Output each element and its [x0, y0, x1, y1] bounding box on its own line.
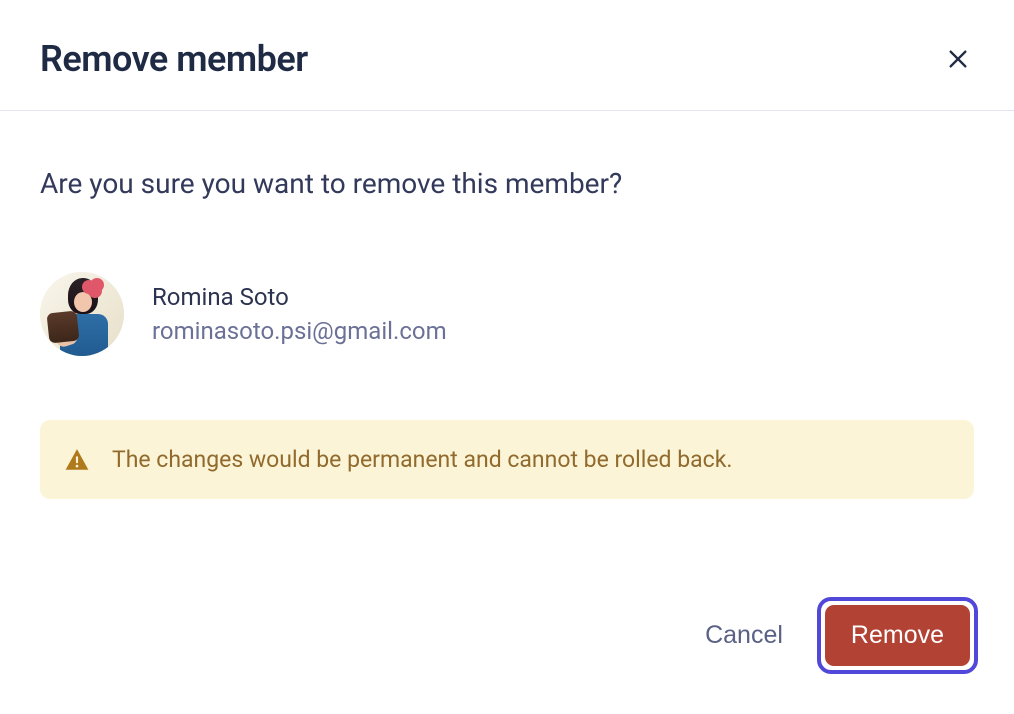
avatar — [40, 272, 124, 356]
member-row: Romina Soto rominasoto.psi@gmail.com — [40, 272, 974, 356]
member-info: Romina Soto rominasoto.psi@gmail.com — [152, 283, 447, 345]
dialog-body: Are you sure you want to remove this mem… — [0, 111, 1014, 569]
warning-alert: The changes would be permanent and canno… — [40, 420, 974, 499]
member-email: rominasoto.psi@gmail.com — [152, 317, 447, 345]
confirm-text: Are you sure you want to remove this mem… — [40, 167, 974, 200]
member-name: Romina Soto — [152, 283, 447, 311]
warning-icon — [64, 447, 90, 473]
remove-button[interactable]: Remove — [825, 605, 970, 666]
dialog-title: Remove member — [40, 38, 308, 80]
remove-button-focus-ring: Remove — [817, 597, 978, 674]
close-button[interactable] — [942, 43, 974, 75]
dialog-header: Remove member — [0, 0, 1014, 111]
warning-text: The changes would be permanent and canno… — [112, 446, 732, 473]
cancel-button[interactable]: Cancel — [699, 611, 789, 660]
dialog-footer: Cancel Remove — [0, 569, 1014, 714]
close-icon — [947, 48, 969, 70]
remove-member-dialog: Remove member Are you sure you want to r… — [0, 0, 1014, 714]
